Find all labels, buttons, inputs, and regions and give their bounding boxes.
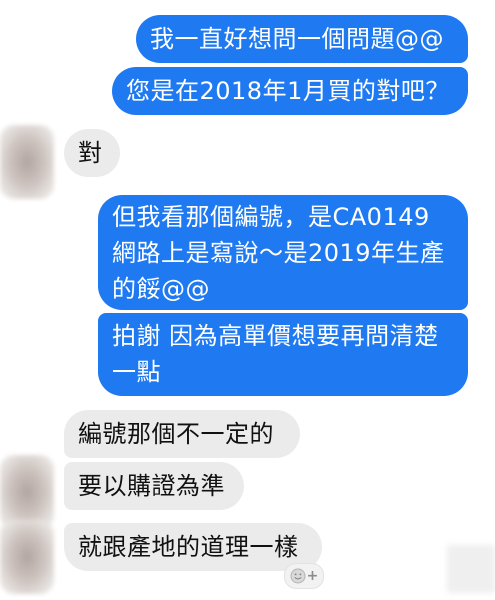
- avatar[interactable]: [0, 520, 54, 594]
- plus-icon: +: [306, 568, 319, 584]
- message-text: 我一直好想問一個問題@@: [150, 25, 444, 53]
- outgoing-message[interactable]: 我一直好想問一個問題@@: [136, 15, 468, 63]
- message-text: 要以購證為準: [78, 472, 225, 500]
- smiley-add-icon: [290, 568, 306, 584]
- message-text: 一點: [112, 358, 161, 386]
- message-text: 對: [78, 139, 103, 167]
- add-reaction-button[interactable]: +: [284, 563, 324, 589]
- message-text: 網路上是寫說～是2019年生產: [112, 239, 445, 267]
- incoming-message[interactable]: 要以購證為準: [64, 462, 244, 510]
- avatar[interactable]: [0, 455, 54, 529]
- incoming-message[interactable]: 編號那個不一定的: [64, 410, 300, 458]
- message-text: 編號那個不一定的: [78, 420, 274, 448]
- outgoing-message[interactable]: 您是在2018年1月買的對吧？: [112, 67, 468, 115]
- outgoing-message[interactable]: 拍謝 因為高單價想要再問清楚 一點: [98, 313, 468, 396]
- avatar[interactable]: [0, 125, 54, 199]
- message-text: 就跟產地的道理一樣: [78, 533, 299, 561]
- message-text: 但我看那個編號，是CA0149: [112, 203, 430, 231]
- incoming-message[interactable]: 就跟產地的道理一樣: [64, 523, 322, 571]
- message-text: 的餒@@: [112, 275, 210, 303]
- message-text: 您是在2018年1月買的對吧？: [126, 77, 450, 105]
- outgoing-message[interactable]: 但我看那個編號，是CA0149 網路上是寫說～是2019年生產 的餒@@: [98, 195, 468, 310]
- blurred-thumbnail: [447, 545, 495, 593]
- incoming-message[interactable]: 對: [64, 129, 120, 177]
- message-text: 拍謝 因為高單價想要再問清楚: [112, 322, 439, 350]
